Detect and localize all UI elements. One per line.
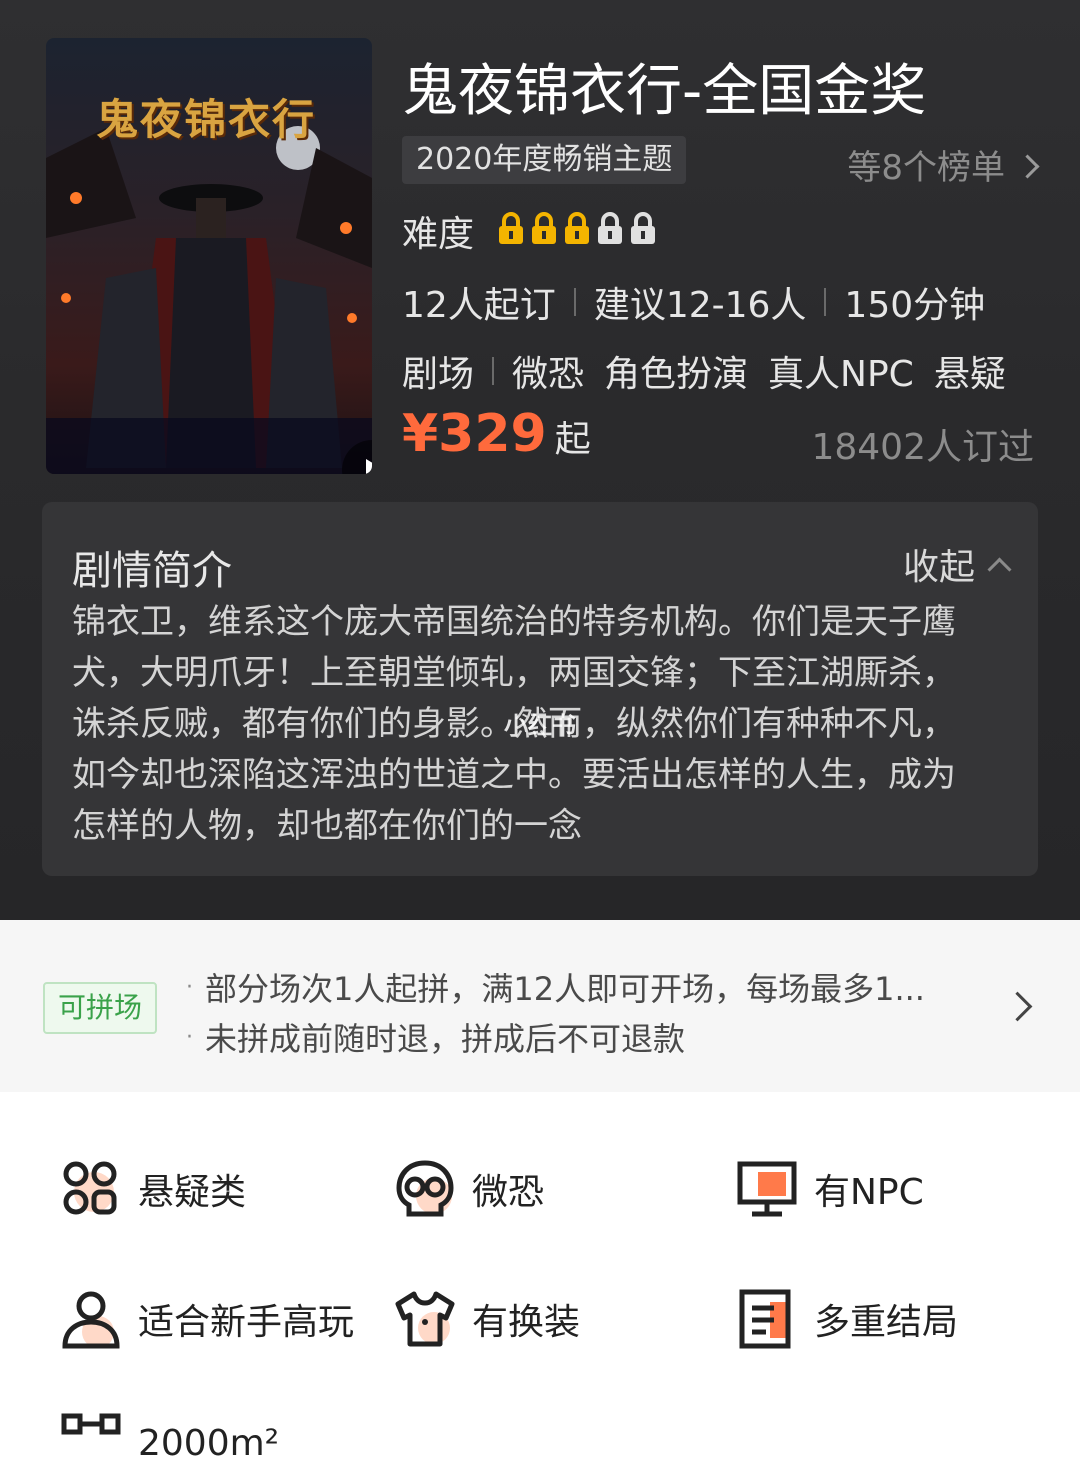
duration: 150分钟 [844,285,986,326]
lock-empty-icon [598,212,623,244]
feature-label: 有NPC [814,1172,924,1213]
play-icon [365,459,372,474]
feature-label: 微恐 [472,1172,545,1213]
synopsis-line: 如今却也深陷这浑浊的世道之中。要活出怎样的人生，成为 [72,755,956,795]
rank-more-label: 等8个榜单 [847,148,1005,188]
price: ¥329 起 [402,404,591,464]
tag-item: 真人NPC [768,354,914,395]
tag-item: 微恐 [512,354,585,395]
group-booking-line: · 未拼成前随时退，拼成后不可退款 [186,1020,686,1058]
synopsis-heading: 剧情简介 [72,548,232,594]
tag-item: 悬疑 [933,354,1006,395]
network-icon [61,1413,121,1435]
hero-section: 鬼夜锦衣行 鬼夜锦衣行-全国金奖 2020年度畅销主题 等8个榜单 难度 12人… [0,0,1080,920]
chevron-right-icon [1002,991,1033,1022]
booked-count: 18402人订过 [811,427,1034,468]
poster-image[interactable]: 鬼夜锦衣行 [46,38,372,474]
feature-item: 有换装 [394,1288,580,1350]
rank-more-link[interactable]: 等8个榜单 [847,140,1040,189]
difficulty-locks [496,212,661,250]
monitor-icon [737,1161,797,1217]
feature-item: 悬疑类 [60,1158,246,1220]
feature-item: 有NPC [736,1158,924,1220]
skull-icon [396,1160,454,1217]
synopsis-line: 犬，大明爪牙！上至朝堂倾轧，两国交锋；下至江湖厮杀， [72,653,956,693]
user-icon [62,1291,120,1349]
group-booking-tag: 可拼场 [43,982,157,1034]
shirt-icon [395,1291,455,1347]
lock-empty-icon [631,212,656,244]
collapse-label: 收起 [902,547,975,588]
min-people: 12人起订 [402,285,556,326]
feature-label: 有换装 [472,1302,581,1343]
feature-label: 悬疑类 [138,1172,247,1213]
synopsis-line: 怎样的人物，却也都在你们的一念 [72,806,582,846]
group-booking-text: 部分场次1人起拼，满12人即可开场，每场最多1... [205,970,925,1008]
poster-title: 鬼夜锦衣行 [96,95,317,144]
difficulty-row: 难度 [402,208,661,255]
tag-row: 剧场 微恐 角色扮演 真人NPC 悬疑 [402,345,1006,397]
feature-item: 适合新手高玩 [60,1288,354,1350]
lock-filled-icon [499,212,524,244]
page-title: 鬼夜锦衣行-全国金奖 [402,59,927,124]
divider [573,288,576,316]
feature-label: 适合新手高玩 [138,1302,355,1343]
feature-item: 多重结局 [736,1288,958,1350]
chevron-right-icon [1015,154,1040,179]
feature-item: 微恐 [394,1158,544,1220]
lock-filled-icon [532,212,557,244]
category-tag: 剧场 [402,354,475,395]
feature-label: 2000m² [138,1422,280,1464]
divider [492,357,495,385]
chevron-up-icon [987,556,1012,582]
feature-item: 2000m² [60,1412,279,1474]
synopsis-line: 锦衣卫，维系这个庞大帝国统治的特务机构。你们是天子鹰 [72,602,956,642]
price-suffix: 起 [554,419,591,460]
feature-label: 多重结局 [814,1302,959,1343]
synopsis-card: 剧情简介 收起 锦衣卫，维系这个庞大帝国统治的特务机构。你们是天子鹰 犬，大明爪… [42,502,1038,876]
lock-filled-icon [565,212,590,244]
meta-row: 12人起订 建议12-16人 150分钟 [402,276,985,328]
group-booking-text: 未拼成前随时退，拼成后不可退款 [205,1020,686,1058]
group-booking-line: · 部分场次1人起拼，满12人即可开场，每场最多1... [186,970,925,1008]
rank-tag[interactable]: 2020年度畅销主题 [402,136,687,184]
tag-item: 角色扮演 [604,354,749,395]
document-icon [739,1289,791,1349]
watermark: 小红书 [504,712,576,740]
suggested-people: 建议12-16人 [593,285,807,326]
group-booking-section[interactable]: 可拼场 · 部分场次1人起拼，满12人即可开场，每场最多1... · 未拼成前随时退… [0,920,1080,1092]
price-amount: ¥329 [402,404,547,464]
collapse-button[interactable]: 收起 [902,538,1012,590]
divider [824,288,827,316]
difficulty-label: 难度 [402,214,475,255]
grid-icon [63,1161,117,1215]
